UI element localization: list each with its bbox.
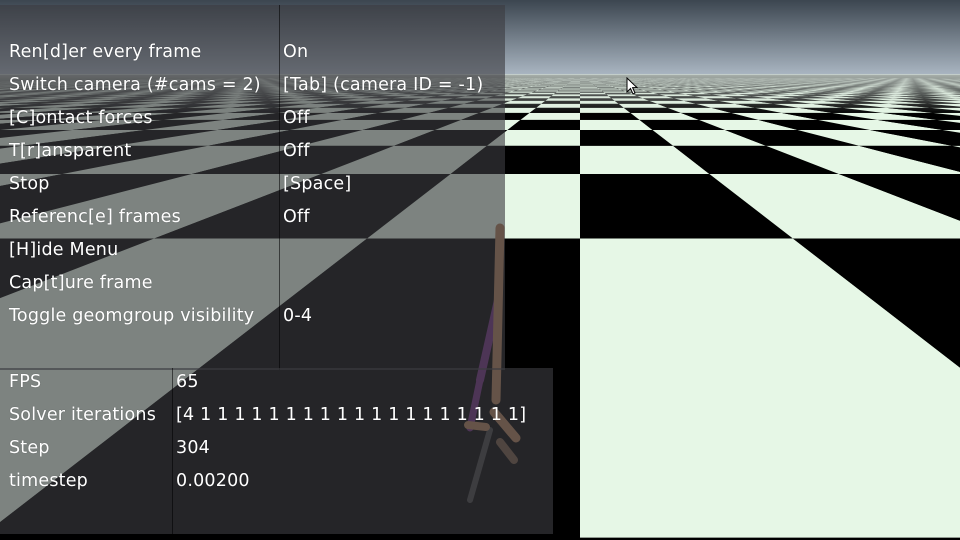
menu-row-label: T[r]ansparent <box>9 141 132 161</box>
menu-row[interactable]: Cap[t]ure frame <box>0 267 505 300</box>
info-row[interactable]: timestep 0.00200 <box>0 465 553 498</box>
menu-row[interactable]: T[r]ansparent Off <box>0 135 505 168</box>
menu-row-value: Off <box>283 108 310 128</box>
menu-row[interactable]: Switch camera (#cams = 2) [Tab] (camera I… <box>0 69 505 102</box>
menu-row[interactable]: Stop [Space] <box>0 168 505 201</box>
info-row-label: Step <box>9 438 50 458</box>
menu-row-label: Cap[t]ure frame <box>9 273 153 293</box>
menu-row-label: [C]ontact forces <box>9 108 153 128</box>
menu-row-value: On <box>283 42 309 62</box>
info-overlay-panel: FPS 65 Solver iterations [4 1 1 1 1 1 1 1 1… <box>0 368 553 534</box>
menu-row-label: Ren[d]er every frame <box>9 42 202 62</box>
menu-row[interactable]: Ren[d]er every frame On <box>0 36 505 69</box>
info-row[interactable]: Solver iterations [4 1 1 1 1 1 1 1 1 1 1 … <box>0 399 553 432</box>
info-row[interactable]: Step 304 <box>0 432 553 465</box>
menu-row-value: Off <box>283 207 310 227</box>
menu-row-label: Stop <box>9 174 50 194</box>
menu-overlay-panel: Ren[d]er every frame On Switch camera (#ca… <box>0 5 505 370</box>
info-row-label: timestep <box>9 471 88 491</box>
menu-row[interactable]: Referenc[e] frames Off <box>0 201 505 234</box>
info-row-label: Solver iterations <box>9 405 157 425</box>
menu-row[interactable]: Toggle geomgroup visibility 0-4 <box>0 300 505 333</box>
info-row-value: 65 <box>176 372 199 392</box>
info-row-value: [4 1 1 1 1 1 1 1 1 1 1 1 1 1 1 1 1 1 1 1… <box>176 405 527 425</box>
menu-row-label: [H]ide Menu <box>9 240 119 260</box>
info-row[interactable]: FPS 65 <box>0 366 553 399</box>
menu-row-value: Off <box>283 141 310 161</box>
menu-row-value: [Tab] (camera ID = -1) <box>283 75 484 95</box>
info-row-value: 0.00200 <box>176 471 250 491</box>
mouse-pointer-icon <box>626 77 638 95</box>
menu-row[interactable]: [C]ontact forces Off <box>0 102 505 135</box>
info-row-value: 304 <box>176 438 211 458</box>
menu-row-value: [Space] <box>283 174 352 194</box>
menu-row[interactable]: [H]ide Menu <box>0 234 505 267</box>
menu-row-value: 0-4 <box>283 306 313 326</box>
info-row-label: FPS <box>9 372 42 392</box>
menu-row-label: Referenc[e] frames <box>9 207 181 227</box>
menu-row-label: Switch camera (#cams = 2) <box>9 75 261 95</box>
menu-row-label: Toggle geomgroup visibility <box>9 306 255 326</box>
